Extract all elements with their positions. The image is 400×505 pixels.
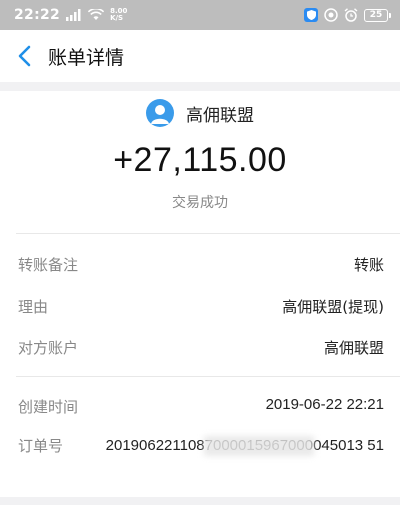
detail-row-remark: 转账备注 转账 [0,254,400,275]
section-gap [0,82,400,91]
detail-row-reason: 理由 高佣联盟(提现) [0,296,400,317]
order-label: 订单号 [18,437,64,455]
user-icon [151,105,169,124]
reason-label: 理由 [18,298,49,316]
transaction-summary: 高佣联盟 +27,115.00 交易成功 [0,91,400,233]
account-label: 对方账户 [18,339,79,357]
payee-row: 高佣联盟 [146,99,254,127]
vibrate-icon [324,8,338,22]
account-value: 高佣联盟 [323,339,384,357]
detail-row-order: 订单号 2019062211087000015967000045013 51 [0,434,400,458]
signal-icon [66,9,82,21]
reason-value: 高佣联盟(提现) [282,298,384,316]
status-time: 22:22 [14,7,61,23]
status-left: 22:22 8.00 K/S [14,7,127,23]
status-bar: 22:22 8.00 K/S 25 [0,0,400,30]
nav-bar: 账单详情 [0,30,400,82]
avatar [146,99,174,127]
transaction-status: 交易成功 [172,195,228,211]
page-title: 账单详情 [48,46,125,69]
created-value: 2019-06-22 22:21 [265,396,384,413]
redaction-blur [204,436,314,456]
bottom-gap [0,497,400,505]
net-speed-unit: K/S [110,14,124,22]
back-button[interactable] [0,30,48,82]
payee-name: 高佣联盟 [186,105,254,126]
shield-icon [304,8,318,22]
status-right: 25 [304,8,391,22]
detail-row-account: 对方账户 高佣联盟 [0,337,400,358]
battery-level: 25 [369,9,383,20]
remark-value: 转账 [353,256,384,274]
divider [16,233,400,234]
amount: +27,115.00 [113,141,287,179]
created-label: 创建时间 [18,398,79,416]
remark-label: 转账备注 [18,256,79,274]
order-number[interactable]: 2019062211087000015967000045013 51 [104,434,384,458]
battery-icon: 25 [364,8,391,22]
divider [16,376,400,377]
chevron-left-icon [18,45,31,67]
wifi-icon [88,9,105,21]
alarm-icon [344,8,358,22]
net-speed: 8.00 K/S [110,8,127,22]
detail-row-created: 创建时间 2019-06-22 22:21 [0,396,400,417]
